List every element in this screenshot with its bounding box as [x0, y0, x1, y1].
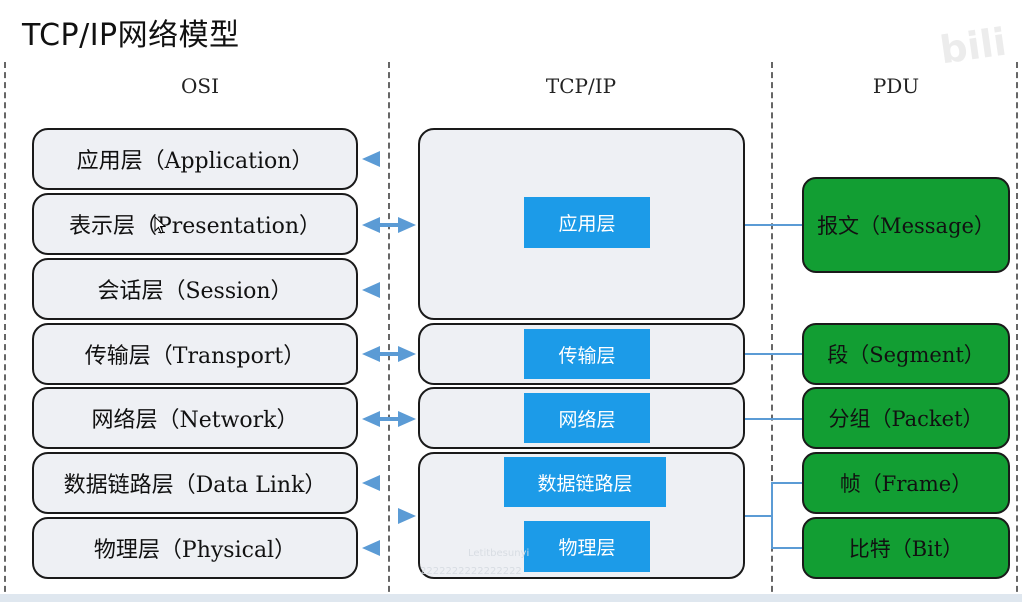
- pdu-bit: 比特（Bit）: [802, 517, 1010, 579]
- arrow-right-presentation: [398, 217, 416, 233]
- pdu-frame: 帧（Frame）: [802, 452, 1010, 514]
- pdu-segment: 段（Segment）: [802, 323, 1010, 385]
- arrow-left-session: [362, 282, 380, 298]
- divider-osi-tcp: [388, 62, 390, 602]
- osi-layer-network: 网络层（Network）: [32, 387, 358, 449]
- pdu-header: PDU: [872, 74, 920, 98]
- divider-tcp-pdu: [771, 62, 773, 602]
- watermark-logo: bili: [937, 19, 1010, 73]
- divider-right: [1016, 62, 1018, 602]
- osi-layer-transport: 传输层（Transport）: [32, 323, 358, 385]
- tcpip-pdu-lines: [745, 224, 802, 549]
- osi-layer-physical: 物理层（Physical）: [32, 517, 358, 579]
- page-title: TCP/IP网络模型: [22, 18, 240, 53]
- line-link-frame-bit: [771, 482, 802, 549]
- pdu-message: 报文（Message）: [802, 177, 1010, 273]
- arrow-right-transport: [398, 346, 416, 362]
- tcpip-header: TCP/IP: [545, 74, 617, 98]
- tcpip-label-transport: 传输层: [524, 329, 650, 379]
- arrow-left-transport: [362, 346, 380, 362]
- tcpip-label-data-link: 数据链路层: [504, 457, 666, 507]
- arrow-left-presentation: [362, 217, 380, 233]
- osi-layer-data-link: 数据链路层（Data Link）: [32, 452, 358, 514]
- arrow-right-network: [398, 411, 416, 427]
- arrow-left-physical: [362, 540, 380, 556]
- divider-left: [4, 62, 6, 602]
- tcpip-label-network: 网络层: [524, 393, 650, 443]
- bottom-strip: [0, 594, 1022, 602]
- osi-layer-session: 会话层（Session）: [32, 258, 358, 320]
- tcpip-label-application: 应用层: [524, 197, 650, 248]
- arrow-right-link: [398, 508, 416, 524]
- pdu-packet: 分组（Packet）: [802, 387, 1010, 449]
- arrow-left-application: [362, 151, 380, 167]
- osi-header: OSI: [181, 74, 219, 98]
- osi-layer-presentation: 表示层（Presentation）: [32, 193, 358, 255]
- tcpip-label-physical: 物理层: [524, 521, 650, 572]
- mouse-cursor-icon: [154, 216, 166, 234]
- arrow-left-data-link: [362, 475, 380, 491]
- arrow-left-network: [362, 411, 380, 427]
- osi-layer-application: 应用层（Application）: [32, 128, 358, 190]
